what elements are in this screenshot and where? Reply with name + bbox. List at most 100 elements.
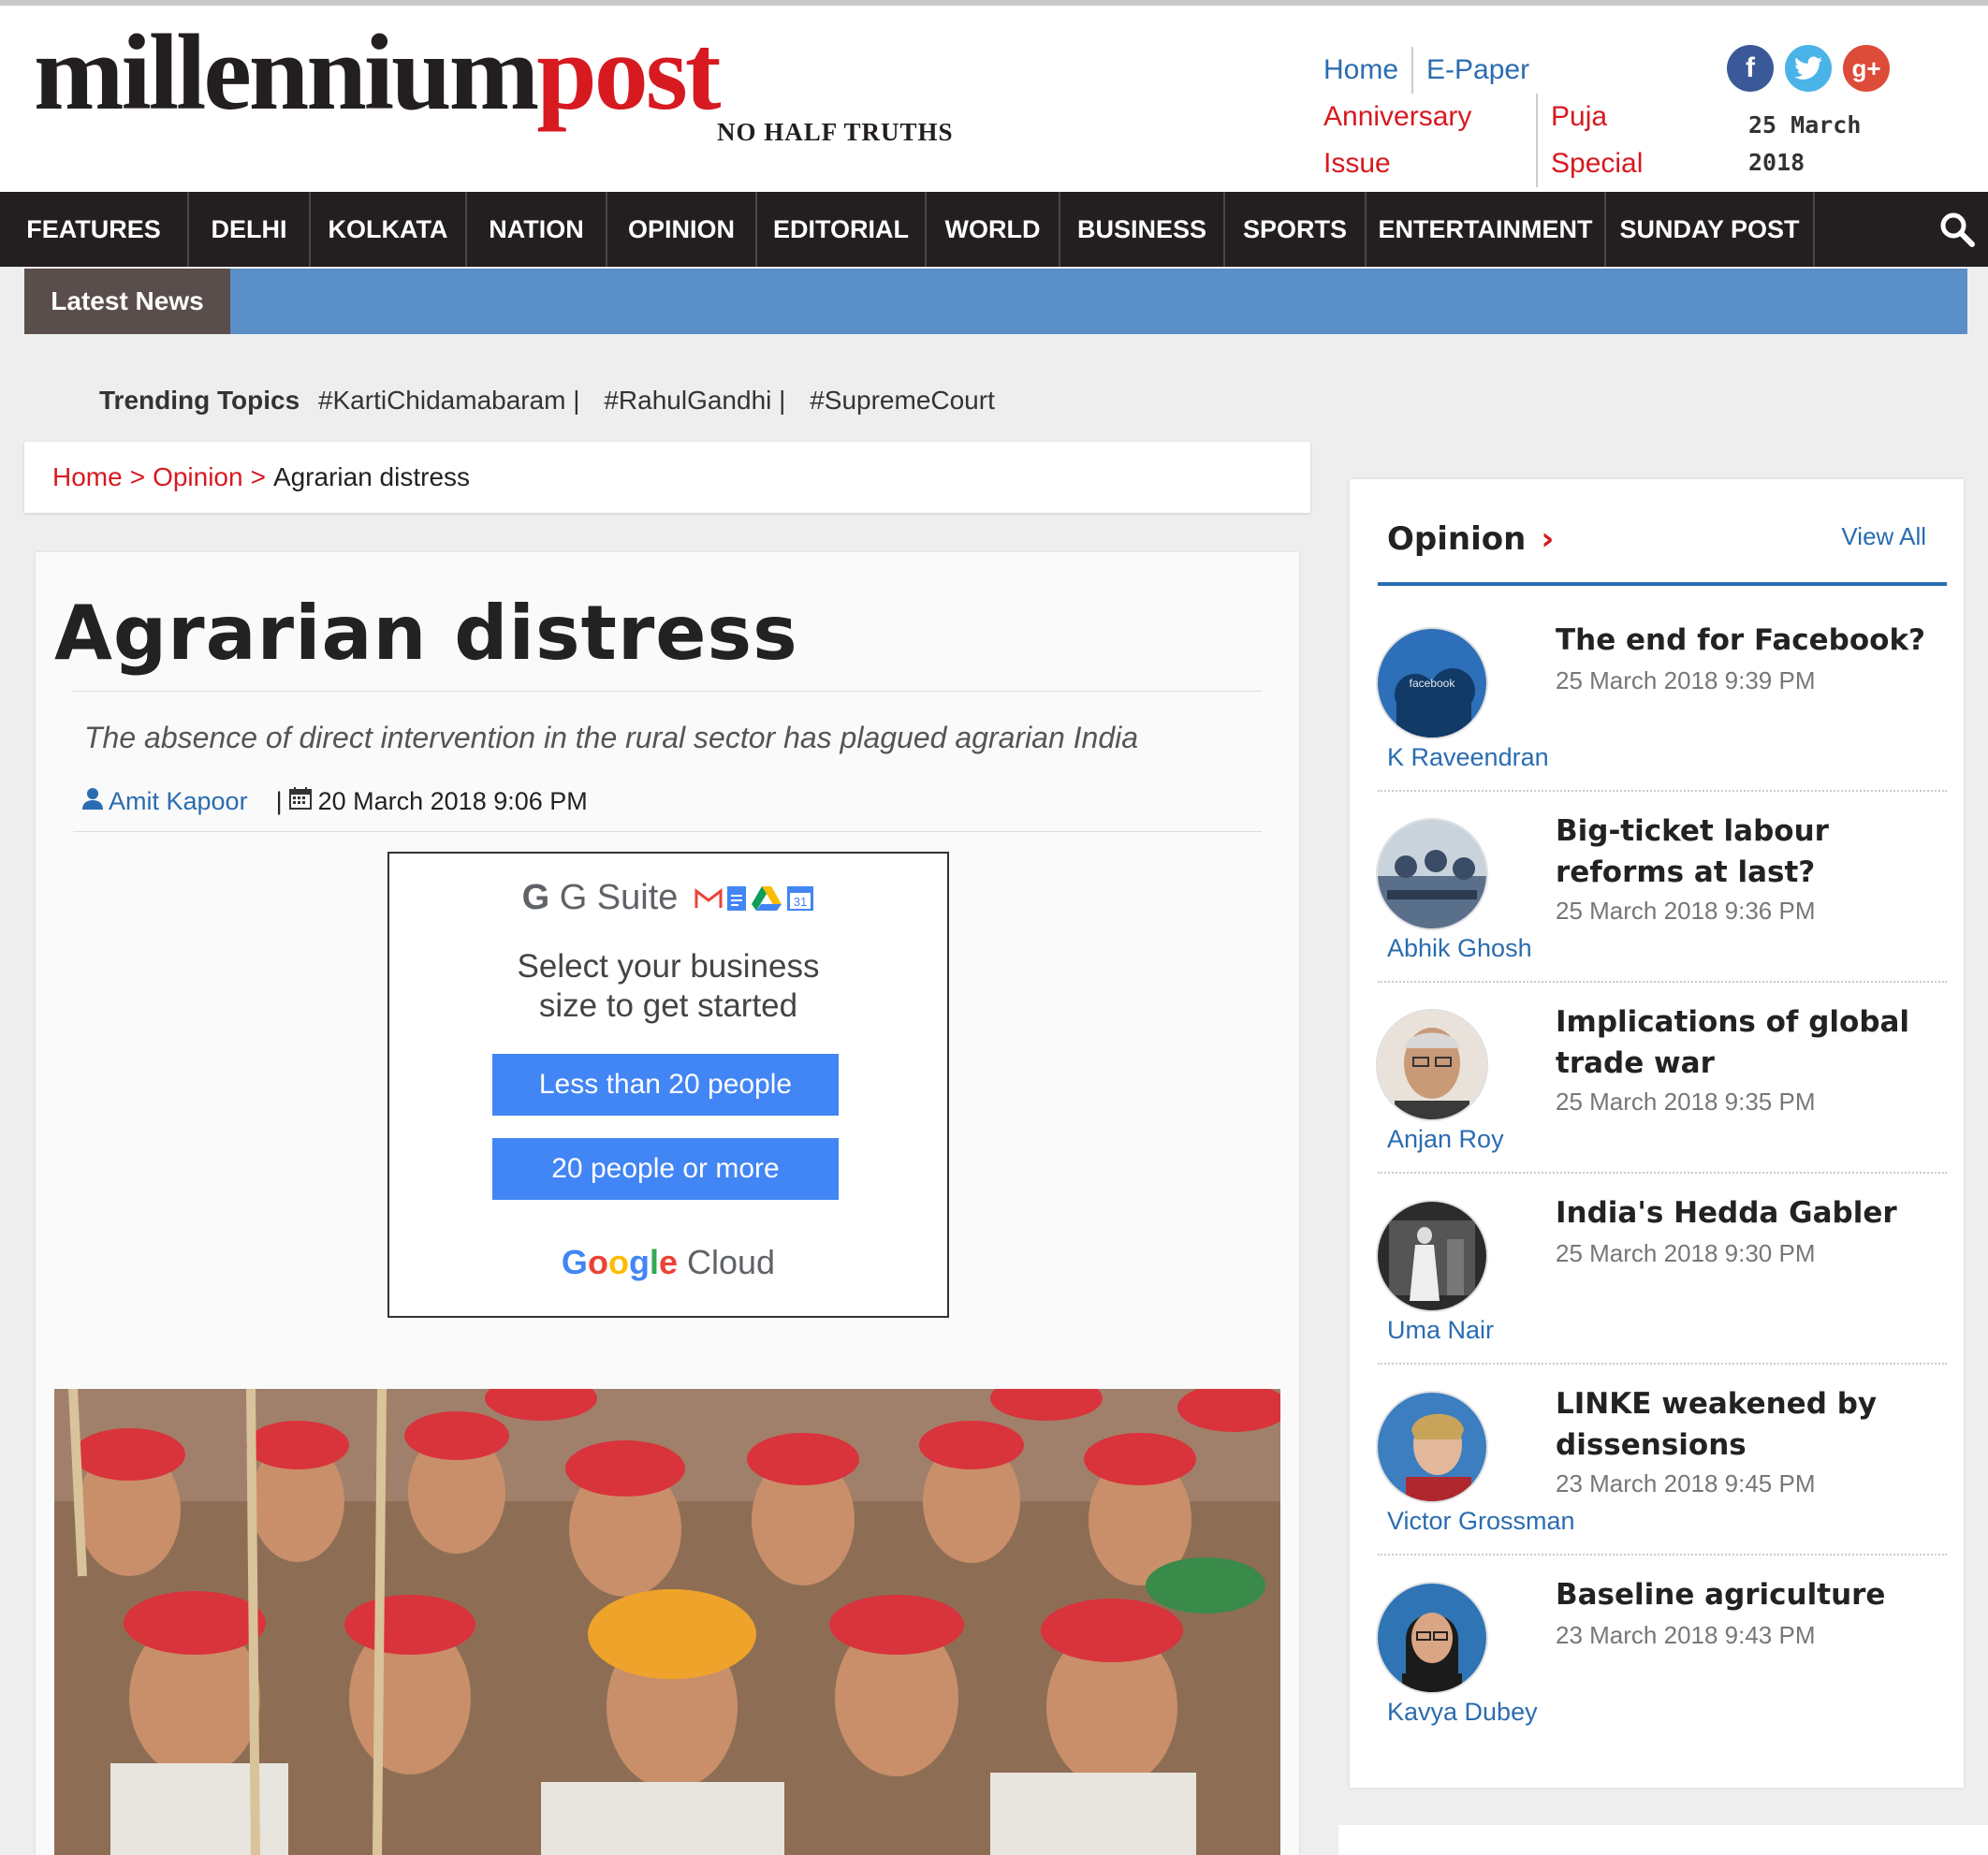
article: Agrarian distress The absence of direct … <box>36 552 1299 1855</box>
cloud-wordmark: Cloud <box>687 1243 776 1281</box>
user-icon <box>82 787 103 816</box>
list-item[interactable]: Kavya Dubey Baseline agriculture 23 Marc… <box>1378 1556 1947 1745</box>
opinion-title[interactable]: The end for Facebook? <box>1556 620 1939 661</box>
breadcrumb-separator: > <box>250 462 266 491</box>
twitter-icon[interactable] <box>1785 45 1832 92</box>
politician-thumbnail[interactable] <box>1378 1393 1486 1501</box>
calendar-app-icon: 31 <box>787 885 814 911</box>
ad-button-small-team[interactable]: Less than 20 people <box>492 1054 839 1116</box>
breadcrumb-current: Agrarian distress <box>272 462 471 491</box>
list-item[interactable]: Anjan Roy Implications of global trade w… <box>1378 983 1947 1174</box>
opinion-title[interactable]: Baseline agriculture <box>1556 1574 1939 1615</box>
facebook-icon[interactable]: f <box>1727 45 1774 92</box>
link-home[interactable]: Home <box>1310 47 1414 94</box>
article-subtitle: The absence of direct intervention in th… <box>84 721 1139 754</box>
opinion-author[interactable]: Anjan Roy <box>1387 1125 1504 1154</box>
opinion-author[interactable]: Kavya Dubey <box>1387 1698 1538 1727</box>
ad-prompt: Select your business size to get started <box>389 947 947 1026</box>
list-item[interactable]: Uma Nair India's Hedda Gabler 25 March 2… <box>1378 1174 1947 1365</box>
breadcrumb: Home > Opinion > Agrarian distress <box>24 442 1310 513</box>
trending-topics: Trending Topics #KartiChidamabaram | #Ra… <box>99 386 1012 416</box>
chevron-right-icon: › <box>1541 520 1555 558</box>
logo-millennium: millennium <box>34 13 539 133</box>
nav-entertainment[interactable]: ENTERTAINMENT <box>1367 192 1606 267</box>
list-item[interactable]: Victor Grossman LINKE weakened by dissen… <box>1378 1365 1947 1556</box>
opinion-author[interactable]: Abhik Ghosh <box>1387 934 1532 963</box>
opinion-title[interactable]: Implications of global trade war <box>1556 1001 1939 1084</box>
breadcrumb-home[interactable]: Home <box>52 462 123 492</box>
nav-editorial[interactable]: EDITORIAL <box>757 192 927 267</box>
stage-thumbnail[interactable] <box>1378 1202 1486 1310</box>
opinion-date: 25 March 2018 9:39 PM <box>1556 666 1816 694</box>
opinion-author[interactable]: Victor Grossman <box>1387 1507 1575 1536</box>
meta-separator: | <box>275 787 283 815</box>
link-puja-special[interactable]: Puja Special <box>1538 94 1703 187</box>
docs-icon <box>727 885 747 911</box>
opinion-title[interactable]: Big-ticket labour reforms at last? <box>1556 811 1939 893</box>
author-portrait[interactable] <box>1378 1584 1486 1692</box>
opinion-author[interactable]: Uma Nair <box>1387 1316 1494 1345</box>
article-photo[interactable] <box>54 1389 1280 1855</box>
ad-button-large-team[interactable]: 20 people or more <box>492 1138 839 1200</box>
nav-business[interactable]: BUSINESS <box>1060 192 1225 267</box>
list-item[interactable]: facebook K Raveendran The end for Facebo… <box>1378 601 1947 792</box>
farmers-crowd-image <box>54 1389 1280 1855</box>
breadcrumb-separator: > <box>129 462 146 491</box>
nav-sunday-post[interactable]: SUNDAY POST <box>1606 192 1815 267</box>
latest-news-label: Latest News <box>24 269 230 334</box>
article-title: Agrarian distress <box>54 590 798 677</box>
google-cloud-logo: Google Cloud <box>389 1243 947 1282</box>
drive-icon <box>752 885 782 911</box>
sidebar-heading-label: Opinion <box>1387 520 1527 558</box>
trending-tag[interactable]: #SupremeCourt <box>810 386 995 415</box>
nav-nation[interactable]: NATION <box>467 192 607 267</box>
ad-prompt-line1: Select your business <box>517 948 820 985</box>
nav-delhi[interactable]: DELHI <box>189 192 311 267</box>
sidebar-divider <box>1378 582 1947 586</box>
nav-kolkata[interactable]: KOLKATA <box>311 192 467 267</box>
facebook-thumbnail[interactable]: facebook <box>1378 629 1486 738</box>
trending-tag[interactable]: #KartiChidamabaram | <box>318 386 580 415</box>
sidebar-next-widget <box>1338 1825 1988 1855</box>
gsuite-logo: G G Suite <box>521 878 679 917</box>
author-portrait[interactable] <box>1378 1011 1486 1119</box>
gsuite-app-icons: 31 <box>694 885 814 912</box>
svg-text:facebook: facebook <box>1410 677 1456 690</box>
nav-features[interactable]: FEATURES <box>0 192 189 267</box>
opinion-title[interactable]: LINKE weakened by dissensions <box>1556 1383 1939 1466</box>
gmail-icon <box>694 887 723 908</box>
view-all-link[interactable]: View All <box>1841 522 1926 551</box>
nav-opinion[interactable]: OPINION <box>607 192 757 267</box>
opinion-list: facebook K Raveendran The end for Facebo… <box>1378 601 1947 1745</box>
opinion-author[interactable]: K Raveendran <box>1387 743 1549 772</box>
opinion-title[interactable]: India's Hedda Gabler <box>1556 1192 1939 1234</box>
advertisement[interactable]: G G Suite 31 Select your business size t… <box>387 852 949 1318</box>
opinion-date: 23 March 2018 9:45 PM <box>1556 1469 1816 1497</box>
opinion-date: 25 March 2018 9:36 PM <box>1556 897 1816 925</box>
ad-header: G G Suite 31 <box>389 878 947 918</box>
list-item[interactable]: Abhik Ghosh Big-ticket labour reforms at… <box>1378 792 1947 983</box>
article-meta: Amit Kapoor | 20 March 2018 9:06 PM <box>82 786 588 817</box>
logo-post: post <box>536 13 721 133</box>
header-date: 25 March 2018 <box>1748 111 1862 176</box>
opinion-date: 25 March 2018 9:30 PM <box>1556 1239 1816 1267</box>
link-anniversary-issue[interactable]: Anniversary Issue <box>1310 94 1538 187</box>
breadcrumb-opinion[interactable]: Opinion <box>153 462 243 492</box>
workers-thumbnail[interactable] <box>1378 820 1486 928</box>
trending-tag[interactable]: #RahulGandhi | <box>604 386 785 415</box>
social-links: f g+ <box>1727 45 1890 92</box>
nav-world[interactable]: WORLD <box>927 192 1060 267</box>
svg-text:31: 31 <box>794 895 807 909</box>
sidebar-heading[interactable]: Opinion › <box>1387 520 1554 558</box>
divider <box>73 831 1262 832</box>
gsuite-label: G Suite <box>559 878 679 917</box>
nav-sports[interactable]: SPORTS <box>1225 192 1367 267</box>
calendar-icon <box>288 786 313 817</box>
google-plus-icon[interactable]: g+ <box>1843 45 1890 92</box>
link-epaper[interactable]: E-Paper <box>1413 47 1542 94</box>
main-navigation: FEATURES DELHI KOLKATA NATION OPINION ED… <box>0 192 1988 267</box>
article-author[interactable]: Amit Kapoor <box>109 787 248 816</box>
search-icon[interactable] <box>1926 192 1988 267</box>
site-logo[interactable]: millenniumpost NO HALF TRUTHS <box>34 19 970 159</box>
latest-news-ticker: Latest News <box>24 269 1967 334</box>
